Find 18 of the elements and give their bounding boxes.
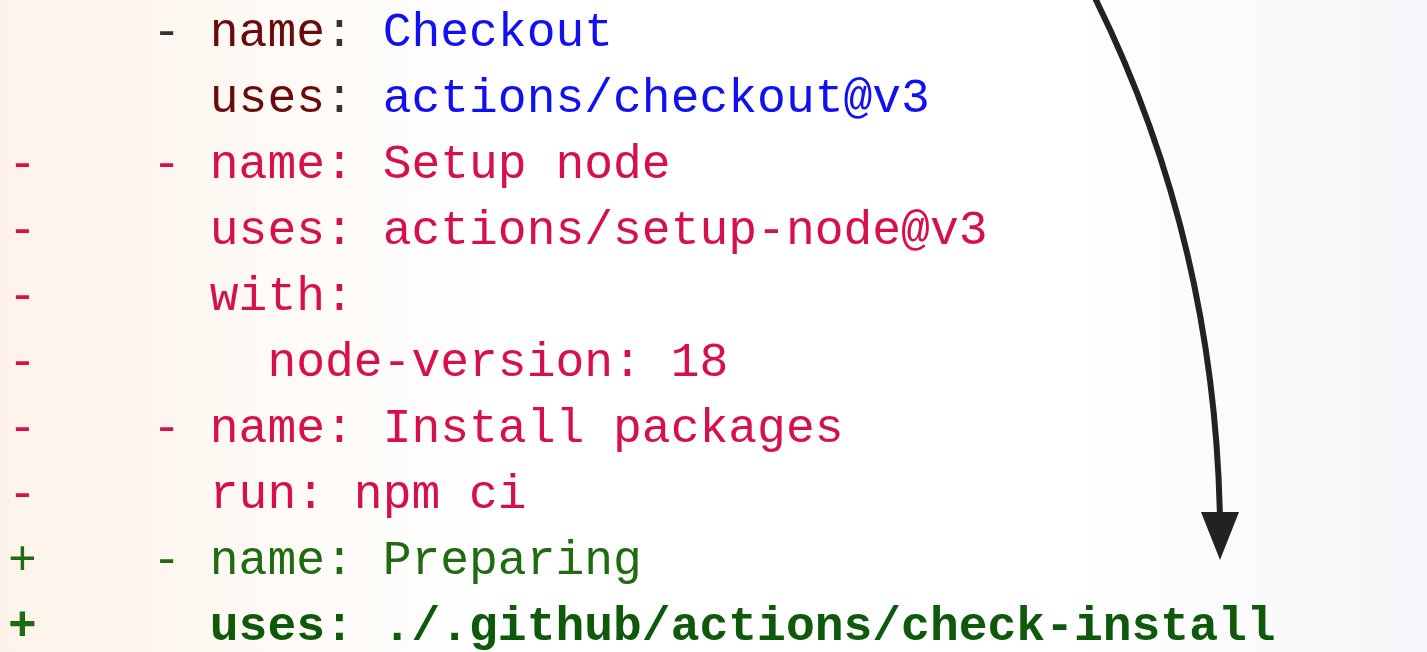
code-line: - name: Install packages <box>151 401 844 458</box>
diff-marker: - <box>8 467 37 524</box>
code-line: with: <box>208 269 354 326</box>
code-line: - name: Checkout <box>151 5 614 62</box>
diff-marker: - <box>8 401 37 458</box>
diff-marker: + <box>8 599 37 652</box>
diff-marker: - <box>8 203 37 260</box>
code-line: - name: Preparing <box>151 533 642 590</box>
code-line: node-version: 18 <box>266 335 729 392</box>
code-line: run: npm ci <box>208 467 527 524</box>
code-line: - name: Setup node <box>151 137 671 194</box>
diff-marker: - <box>8 137 37 194</box>
diff-marker: + <box>8 533 37 590</box>
code-line: uses: actions/checkout@v3 <box>208 71 930 128</box>
code-line: uses: ./.github/actions/check-install <box>208 599 1276 652</box>
diff-marker: - <box>8 269 37 326</box>
code-line: uses: actions/setup-node@v3 <box>208 203 988 260</box>
diff-marker: - <box>8 335 37 392</box>
